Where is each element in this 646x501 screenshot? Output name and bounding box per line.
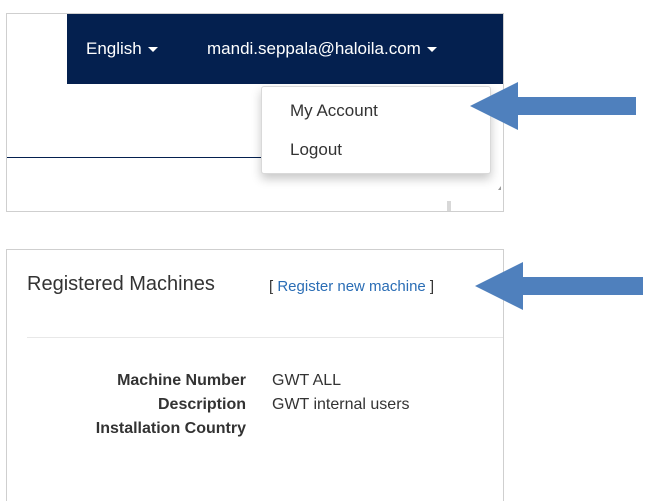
arrow-left-icon	[470, 82, 636, 130]
description-label: Description	[157, 396, 246, 413]
detail-row: Machine Number GWT ALL	[7, 372, 503, 394]
caret-down-icon	[426, 46, 437, 52]
open-bracket: [	[269, 278, 274, 295]
top-navbar: English mandi.seppala@haloila.com	[67, 14, 503, 84]
machines-screenshot-panel: Registered Machines [ Register new machi…	[6, 249, 504, 501]
menu-item-my-account[interactable]: My Account	[290, 101, 378, 121]
content-divider	[7, 157, 265, 158]
close-bracket: ]	[429, 278, 435, 295]
language-label: English	[86, 39, 142, 58]
language-dropdown-toggle[interactable]: English	[86, 14, 158, 84]
user-dropdown-menu: My Account Logout	[261, 86, 491, 174]
scroll-up-icon[interactable]	[498, 186, 501, 190]
arrow-left-icon	[475, 262, 643, 310]
detail-row: Installation Country	[7, 420, 503, 442]
machine-number-label: Machine Number	[117, 372, 246, 389]
description-value: GWT internal users	[272, 396, 410, 413]
register-link-group: [ Register new machine ]	[269, 278, 434, 295]
section-title: Registered Machines	[27, 273, 215, 295]
section-divider	[27, 337, 503, 338]
scrollbar-thumb[interactable]	[447, 201, 451, 211]
header-screenshot-panel: English mandi.seppala@haloila.com My Acc…	[6, 13, 504, 212]
menu-item-logout[interactable]: Logout	[290, 140, 342, 160]
user-menu-toggle[interactable]: mandi.seppala@haloila.com	[207, 14, 437, 84]
user-email: mandi.seppala@haloila.com	[207, 39, 421, 58]
installation-country-label: Installation Country	[95, 420, 246, 437]
register-new-machine-link[interactable]: Register new machine	[277, 278, 425, 295]
machine-number-value: GWT ALL	[272, 372, 342, 389]
detail-row: Description GWT internal users	[7, 396, 503, 418]
caret-down-icon	[147, 46, 158, 52]
